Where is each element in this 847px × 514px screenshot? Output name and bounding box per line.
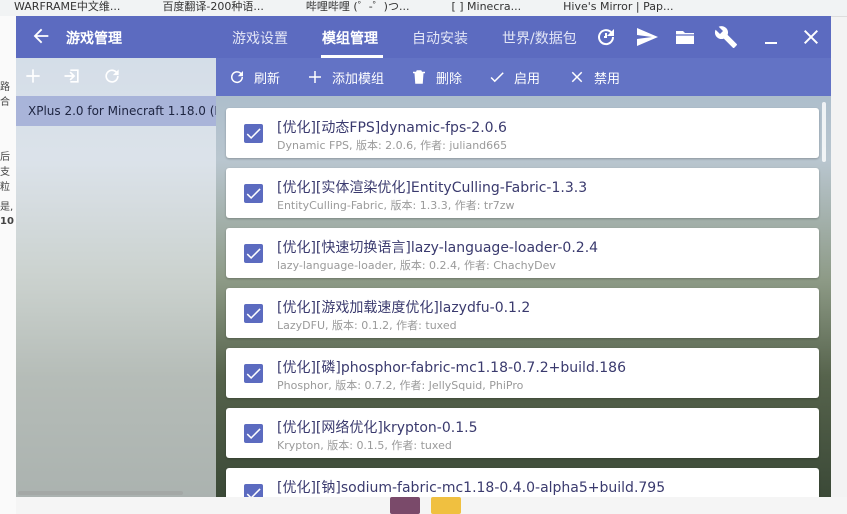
vertical-scrollbar[interactable] [822, 102, 826, 162]
check-icon [246, 128, 261, 140]
enable-label: 启用 [514, 71, 541, 87]
refresh-icon [231, 71, 244, 84]
import-icon[interactable] [62, 66, 82, 86]
refresh-icon[interactable] [594, 25, 618, 49]
mod-subtitle: Krypton, 版本: 0.1.5, 作者: tuxed [277, 439, 452, 452]
mod-title: [优化][实体渲染优化]EntityCulling-Fabric-1.3.3 [277, 180, 588, 196]
list-item[interactable]: [优化][动态FPS]dynamic-fps-2.0.6 Dynamic FPS… [226, 108, 819, 158]
trash-icon [413, 70, 425, 84]
mod-title: [优化][游戏加载速度优化]lazydfu-0.1.2 [277, 300, 531, 316]
browser-tab[interactable]: Hive's Mirror | Pap... [549, 1, 673, 12]
avatar [431, 497, 461, 514]
check-icon [246, 308, 261, 320]
list-item[interactable]: [优化][游戏加载速度优化]lazydfu-0.1.2 LazyDFU, 版本:… [226, 288, 819, 338]
folder-icon[interactable] [673, 25, 697, 49]
browser-tab-strip: WARFRAME中文维... 百度翻译-200种语... 哔哩哔哩 (゜-゜)つ..… [0, 0, 847, 17]
mod-checkbox[interactable] [244, 184, 263, 203]
minimize-icon[interactable] [759, 25, 783, 49]
sidebar-toolbar [16, 58, 216, 96]
mod-title: [优化][磷]phosphor-fabric-mc1.18-0.7.2+buil… [277, 360, 627, 376]
tab-world-datapack[interactable]: 世界/数据包 [502, 28, 577, 48]
enable-button[interactable]: 启用 [488, 58, 540, 96]
mod-checkbox[interactable] [244, 244, 263, 263]
disable-label: 禁用 [594, 71, 621, 87]
add-icon[interactable] [23, 66, 43, 86]
mod-subtitle: LazyDFU, 版本: 0.1.2, 作者: tuxed [277, 319, 457, 332]
list-item[interactable]: [优化][网络优化]krypton-0.1.5 Krypton, 版本: 0.1… [226, 408, 819, 458]
delete-button[interactable]: 删除 [410, 58, 462, 96]
game-manager-window: 游戏管理 游戏设置 模组管理 自动安装 世界/数据包 XPlus 2.0 for… [16, 16, 831, 497]
mod-list: [优化][动态FPS]dynamic-fps-2.0.6 Dynamic FPS… [216, 96, 831, 497]
tab-mod-management[interactable]: 模组管理 [322, 28, 378, 48]
background-text: 10 [0, 216, 14, 227]
sidebar-item-version[interactable]: XPlus 2.0 for Minecraft 1.18.0 (Fabric) [16, 96, 216, 126]
send-icon[interactable] [635, 25, 659, 49]
tab-auto-install[interactable]: 自动安装 [412, 28, 468, 48]
refresh-icon[interactable] [102, 66, 122, 86]
list-item[interactable]: [优化][快速切换语言]lazy-language-loader-0.2.4 l… [226, 228, 819, 278]
tab-game-settings[interactable]: 游戏设置 [232, 28, 288, 48]
refresh-button[interactable]: 刷新 [228, 58, 280, 96]
version-sidebar: XPlus 2.0 for Minecraft 1.18.0 (Fabric) [16, 58, 216, 497]
background-text: 后支 [0, 152, 10, 178]
add-mod-label: 添加模组 [332, 71, 385, 87]
check-icon [246, 368, 261, 380]
browser-tab[interactable]: 哔哩哔哩 (゜-゜)つ... [292, 1, 410, 12]
mod-toolbar: 刷新 添加模组 删除 启用 禁用 [216, 58, 831, 96]
browser-tab[interactable]: [ ] Minecra... [437, 1, 521, 12]
mod-subtitle: lazy-language-loader, 版本: 0.2.4, 作者: Cha… [277, 259, 556, 272]
mod-title: [优化][动态FPS]dynamic-fps-2.0.6 [277, 120, 507, 136]
mod-checkbox[interactable] [244, 124, 263, 143]
mod-title: [优化][钠]sodium-fabric-mc1.18-0.4.0-alpha5… [277, 480, 666, 496]
background-page-bottom [16, 497, 847, 514]
back-arrow-icon[interactable] [30, 25, 52, 47]
background-text: 粒 [0, 182, 10, 193]
add-icon [309, 71, 321, 83]
list-item[interactable]: [优化][磷]phosphor-fabric-mc1.18-0.7.2+buil… [226, 348, 819, 398]
delete-label: 删除 [436, 71, 463, 87]
mod-checkbox[interactable] [244, 304, 263, 323]
app-title: 游戏管理 [66, 31, 122, 47]
add-mod-button[interactable]: 添加模组 [306, 58, 384, 96]
wrench-icon[interactable] [714, 25, 738, 49]
header-bar: 游戏管理 游戏设置 模组管理 自动安装 世界/数据包 [16, 16, 831, 58]
check-icon [246, 428, 261, 440]
disable-button[interactable]: 禁用 [568, 58, 620, 96]
close-icon [571, 71, 583, 83]
mod-checkbox[interactable] [244, 364, 263, 383]
mod-subtitle: EntityCulling-Fabric, 版本: 1.3.3, 作者: tr7… [277, 199, 515, 212]
list-item[interactable]: [优化][钠]sodium-fabric-mc1.18-0.4.0-alpha5… [226, 468, 819, 497]
check-icon [490, 72, 504, 83]
mod-subtitle: Phosphor, 版本: 0.7.2, 作者: JellySquid, Phi… [277, 379, 524, 392]
browser-tab[interactable]: 百度翻译-200种语... [148, 1, 263, 12]
background-text: 是, [0, 202, 14, 213]
avatar [390, 497, 420, 514]
mod-checkbox[interactable] [244, 484, 263, 497]
horizontal-scrollbar[interactable] [18, 491, 183, 495]
refresh-label: 刷新 [254, 71, 281, 87]
check-icon [246, 188, 261, 200]
check-icon [246, 248, 261, 260]
browser-tab[interactable]: WARFRAME中文维... [0, 1, 120, 12]
background-page-edge: 路合 后支 粒 是, 10 [0, 16, 16, 514]
mod-title: [优化][快速切换语言]lazy-language-loader-0.2.4 [277, 240, 599, 256]
sidebar-item-label: XPlus 2.0 for Minecraft 1.18.0 (Fabric) [28, 104, 216, 118]
close-icon[interactable] [799, 25, 823, 49]
mod-title: [优化][网络优化]krypton-0.1.5 [277, 420, 478, 436]
background-text: 路合 [0, 82, 10, 108]
check-icon [246, 488, 261, 497]
mod-subtitle: Dynamic FPS, 版本: 2.0.6, 作者: juliand665 [277, 139, 508, 152]
mod-checkbox[interactable] [244, 424, 263, 443]
list-item[interactable]: [优化][实体渲染优化]EntityCulling-Fabric-1.3.3 E… [226, 168, 819, 218]
